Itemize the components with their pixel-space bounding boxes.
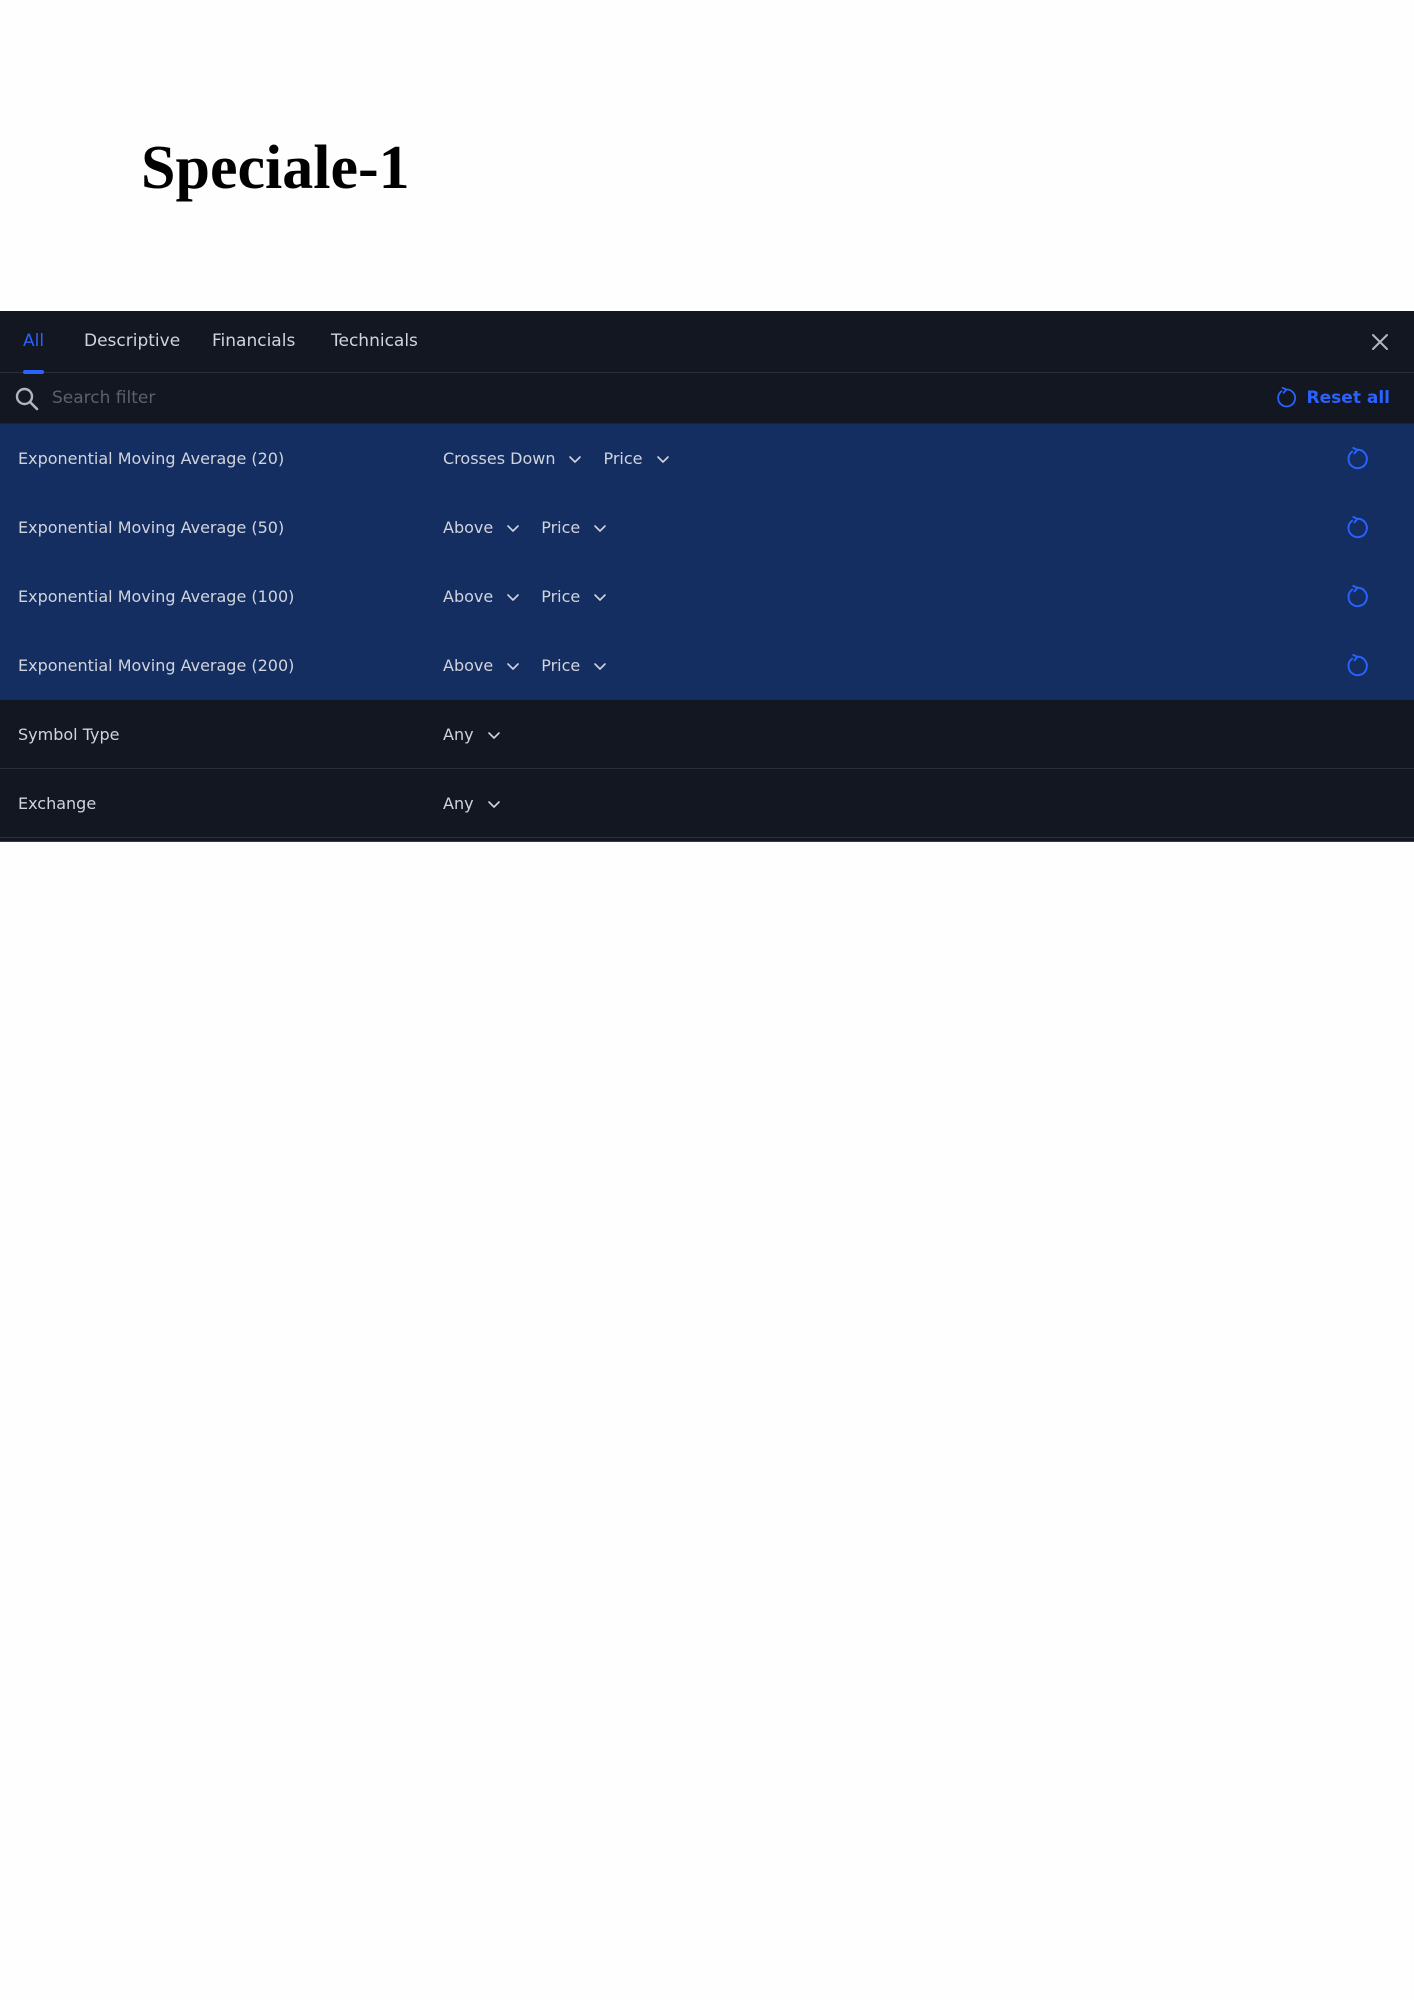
chevron-down-icon (569, 455, 582, 463)
filter-tabs: All Descriptive Financials Technicals (0, 311, 1414, 374)
filter-controls: Above Price (443, 562, 628, 631)
reset-filter-button[interactable] (1344, 653, 1370, 679)
chevron-down-icon (507, 662, 520, 670)
search-icon (15, 387, 39, 411)
target-value: Price (541, 518, 581, 537)
close-icon (1372, 334, 1388, 350)
target-value: Price (541, 656, 581, 675)
filter-row-exchange: Exchange Any (0, 769, 1414, 838)
reset-all-label: Reset all (1306, 388, 1390, 408)
target-value: Price (541, 587, 581, 606)
filter-label: Exponential Moving Average (100) (18, 587, 295, 606)
chevron-down-icon (487, 800, 500, 808)
condition-dropdown[interactable]: Above (443, 518, 521, 537)
condition-value: Above (443, 656, 494, 675)
filter-label: Exchange (18, 794, 97, 813)
reset-filter-button[interactable] (1344, 584, 1370, 610)
reset-filter-button[interactable] (1344, 446, 1370, 472)
condition-value: Crosses Down (443, 449, 556, 468)
condition-dropdown[interactable]: Any (443, 794, 502, 813)
page-title: Speciale-1 (141, 134, 410, 202)
filter-label: Exponential Moving Average (200) (18, 656, 295, 675)
filter-row-ema-100: Exponential Moving Average (100) Above P… (0, 562, 1414, 631)
reset-filter-button[interactable] (1344, 515, 1370, 541)
chevron-down-icon (594, 593, 607, 601)
search-bar: Reset all (0, 373, 1414, 424)
chevron-down-icon (507, 524, 520, 532)
tab-technicals[interactable]: Technicals (331, 311, 418, 373)
target-dropdown[interactable]: Price (541, 587, 608, 606)
tab-financials[interactable]: Financials (212, 311, 295, 373)
close-button[interactable] (1368, 330, 1392, 354)
target-value: Price (603, 449, 643, 468)
filter-label: Exponential Moving Average (50) (18, 518, 285, 537)
filter-row-ema-50: Exponential Moving Average (50) Above Pr… (0, 493, 1414, 562)
condition-dropdown[interactable]: Above (443, 656, 521, 675)
reset-icon (1347, 584, 1368, 608)
filter-row-ema-20: Exponential Moving Average (20) Crosses … (0, 424, 1414, 493)
condition-dropdown[interactable]: Above (443, 587, 521, 606)
filter-label: Symbol Type (18, 725, 120, 744)
target-dropdown[interactable]: Price (541, 656, 608, 675)
condition-dropdown[interactable]: Any (443, 725, 502, 744)
chevron-down-icon (487, 731, 500, 739)
filter-controls: Any (443, 769, 522, 838)
tab-descriptive[interactable]: Descriptive (84, 311, 180, 373)
reset-icon (1276, 386, 1296, 408)
filter-controls: Above Price (443, 493, 628, 562)
chevron-down-icon (507, 593, 520, 601)
target-dropdown[interactable]: Price (603, 449, 670, 468)
filter-row-ema-200: Exponential Moving Average (200) Above P… (0, 631, 1414, 700)
filter-controls: Crosses Down Price (443, 424, 691, 493)
filter-label: Exponential Moving Average (20) (18, 449, 285, 468)
filter-panel: All Descriptive Financials Technicals Re… (0, 311, 1414, 842)
reset-icon (1347, 653, 1368, 677)
target-dropdown[interactable]: Price (541, 518, 608, 537)
reset-icon (1347, 446, 1368, 470)
condition-value: Any (443, 794, 474, 813)
chevron-down-icon (594, 662, 607, 670)
chevron-down-icon (656, 455, 669, 463)
reset-all-button[interactable]: Reset all (1274, 385, 1390, 411)
search-input[interactable] (52, 381, 752, 415)
condition-value: Above (443, 518, 494, 537)
filter-row-symbol-type: Symbol Type Any (0, 700, 1414, 769)
reset-icon (1347, 515, 1368, 539)
filter-controls: Above Price (443, 631, 628, 700)
condition-dropdown[interactable]: Crosses Down (443, 449, 583, 468)
condition-value: Any (443, 725, 474, 744)
filter-controls: Any (443, 700, 522, 769)
chevron-down-icon (594, 524, 607, 532)
condition-value: Above (443, 587, 494, 606)
tab-all[interactable]: All (23, 311, 45, 374)
